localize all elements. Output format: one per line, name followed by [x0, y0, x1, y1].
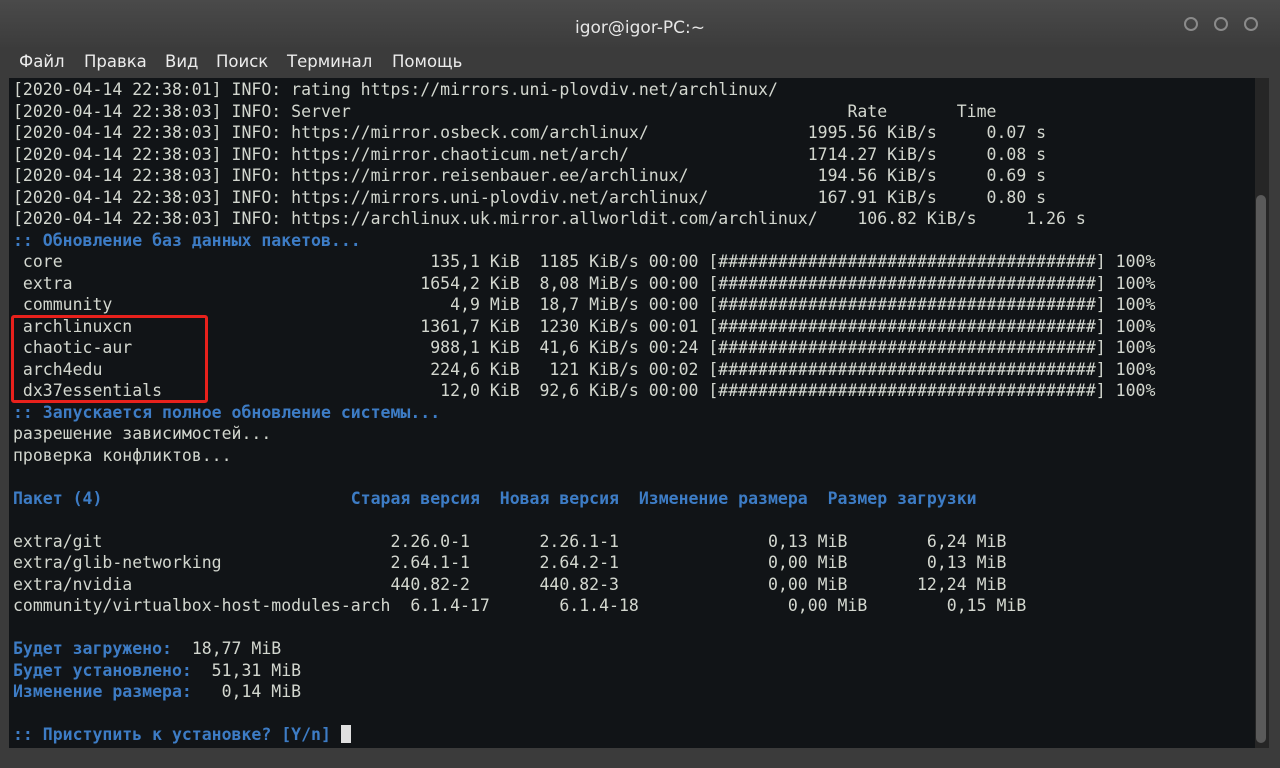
window-title: igor@igor-PC:~	[575, 18, 705, 38]
terminal-line: [2020-04-14 22:38:03] INFO: https://mirr…	[13, 144, 1047, 164]
terminal-line: Изменение размера: 0,14 MiB	[13, 681, 301, 703]
minimize-button[interactable]	[1184, 17, 1198, 31]
text-cursor	[340, 725, 351, 743]
terminal-line: [2020-04-14 22:38:03] INFO: https://mirr…	[13, 123, 1047, 142]
terminal-line: extra/nvidia 440.82-2 440.82-3 0,00 MiB …	[13, 574, 1007, 594]
terminal-window: igor@igor-PC:~ Файл Правка Вид Поиск Тер…	[0, 0, 1280, 768]
terminal-line: Будет установлено: 51,31 MiB	[13, 660, 301, 682]
menu-view[interactable]: Вид	[165, 52, 198, 71]
terminal-line: extra/git 2.26.0-1 2.26.1-1 0,13 MiB 6,2…	[13, 531, 1007, 551]
scrollbar-thumb[interactable]	[1256, 195, 1266, 743]
terminal-line: :: Обновление баз данных пакетов...	[13, 230, 361, 250]
terminal-line: core 135,1 KiB 1185 KiB/s 00:00 [#######…	[13, 252, 1156, 271]
menu-help[interactable]: Помощь	[392, 52, 462, 71]
menu-terminal[interactable]: Терминал	[287, 52, 372, 71]
summary-label: Изменение размера:	[13, 682, 192, 701]
summary-value: 51,31 MiB	[191, 660, 302, 680]
terminal-line: проверка конфликтов...	[13, 445, 232, 465]
terminal-line: разрешение зависимостей...	[13, 424, 272, 443]
terminal-line: [2020-04-14 22:38:03] INFO: https://mirr…	[13, 187, 1047, 207]
menu-file[interactable]: Файл	[19, 52, 65, 71]
close-button[interactable]	[1244, 17, 1258, 31]
terminal-line: :: Приступить к установке? [Y/n]	[13, 724, 351, 746]
summary-label: Будет установлено:	[13, 660, 192, 680]
summary-label: Будет загружено:	[13, 639, 172, 658]
terminal-line: [2020-04-14 22:38:03] INFO: Server Rate …	[13, 101, 997, 121]
summary-value: 18,77 MiB	[171, 639, 282, 658]
terminal-line: Пакет (4) Старая версия Новая версия Изм…	[13, 488, 977, 508]
highlight-box	[11, 315, 208, 403]
terminal-line: [2020-04-14 22:38:01] INFO: rating https…	[13, 80, 778, 99]
maximize-button[interactable]	[1214, 17, 1228, 31]
summary-value: 0,14 MiB	[191, 682, 302, 701]
terminal-line: community/virtualbox-host-modules-arch 6…	[13, 596, 1027, 615]
terminal-output[interactable]: [2020-04-14 22:38:01] INFO: rating https…	[9, 78, 1255, 748]
terminal-line: extra/glib-networking 2.64.1-1 2.64.2-1 …	[13, 553, 1007, 572]
terminal-line: Будет загружено: 18,77 MiB	[13, 638, 281, 660]
menu-edit[interactable]: Правка	[84, 52, 147, 71]
menu-search[interactable]: Поиск	[216, 52, 268, 71]
terminal-line: :: Запускается полное обновление системы…	[13, 402, 441, 422]
terminal-line: [2020-04-14 22:38:03] INFO: https://arch…	[13, 209, 1086, 228]
install-prompt: :: Приступить к установке? [Y/n]	[13, 725, 341, 744]
terminal-line: [2020-04-14 22:38:03] INFO: https://mirr…	[13, 166, 1047, 185]
terminal-line: extra 1654,2 KiB 8,08 MiB/s 00:00 [#####…	[13, 273, 1156, 293]
terminal-line: community 4,9 MiB 18,7 MiB/s 00:00 [####…	[13, 295, 1156, 314]
title-bar[interactable]: igor@igor-PC:~	[0, 0, 1280, 47]
